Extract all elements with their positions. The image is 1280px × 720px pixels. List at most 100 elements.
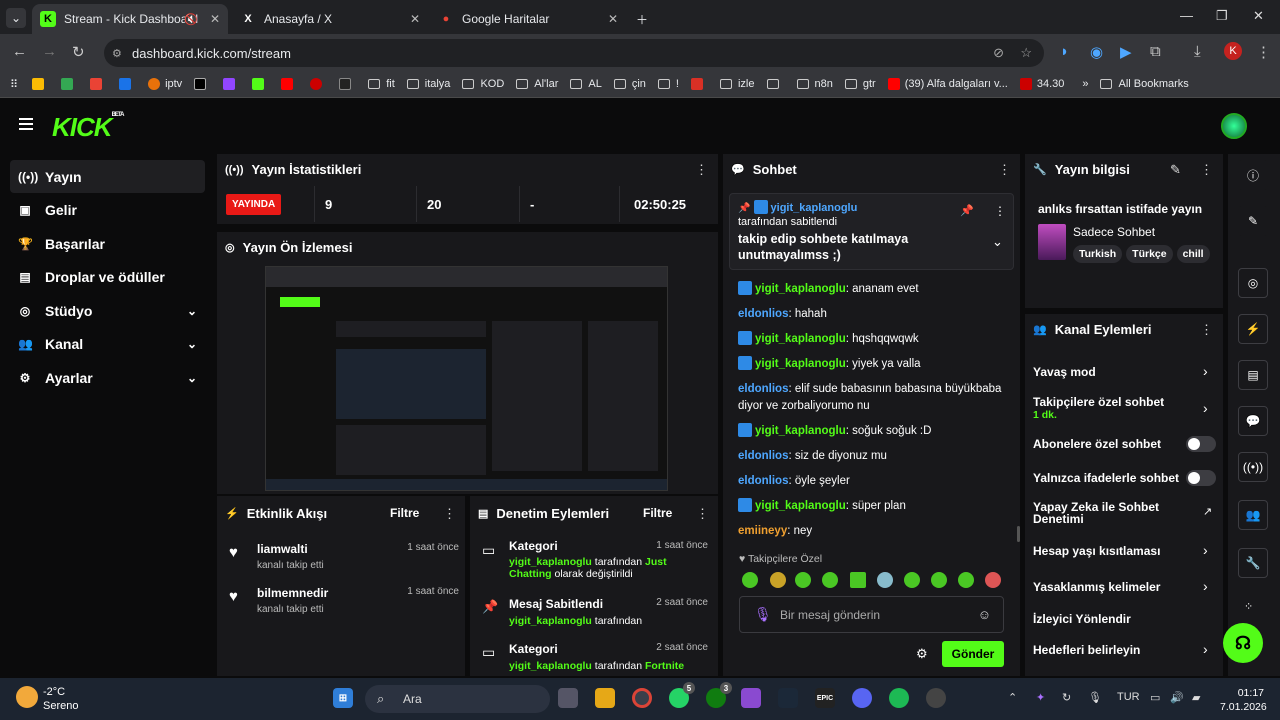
bookmark-all[interactable]: All Bookmarks <box>1100 78 1189 90</box>
emote[interactable] <box>931 572 947 588</box>
weather-widget[interactable]: -2°C Sereno <box>43 685 78 713</box>
whatsapp-icon[interactable]: 5 <box>669 682 695 708</box>
raid-option[interactable]: İzleyici Yönlendir <box>1033 612 1131 626</box>
taskbar-search[interactable]: ⌕ Ara <box>365 685 550 713</box>
nodes-icon[interactable]: ⁘ <box>1244 600 1253 613</box>
stream-preview-video[interactable] <box>265 266 668 491</box>
camera-icon[interactable]: ◎ <box>1238 268 1268 298</box>
bookmark-tv[interactable] <box>339 78 356 90</box>
broadcast-icon[interactable]: ((•)) <box>1238 452 1268 482</box>
set-goals-option[interactable]: Hedefleri belirleyin <box>1033 643 1140 657</box>
chat-bubble-icon[interactable]: 💬 <box>1238 406 1268 436</box>
bookmark-gmail[interactable] <box>90 78 107 90</box>
sidebar-item-studyo[interactable]: ◎ Stüdyo ⌄ <box>10 294 205 327</box>
star-icon[interactable]: ☆ <box>1020 45 1032 61</box>
bookmark-pdf[interactable] <box>690 78 708 90</box>
bookmark-meet[interactable] <box>119 78 136 90</box>
sidebar-item-kanal[interactable]: 👥 Kanal ⌄ <box>10 328 205 361</box>
kebab-menu-icon[interactable]: ⋮ <box>443 506 456 522</box>
emote[interactable] <box>850 572 866 588</box>
close-icon[interactable]: ✕ <box>410 12 420 26</box>
account-age-option[interactable]: Hesap yaşı kısıtlaması <box>1033 544 1160 558</box>
profile-avatar[interactable]: K <box>1224 42 1242 60</box>
edit-pencil-icon[interactable]: ✎ <box>1238 206 1268 236</box>
discord-icon[interactable] <box>852 688 872 708</box>
volume-icon[interactable]: 🔊 <box>1170 691 1184 704</box>
mute-icon[interactable]: 🔇 <box>184 13 198 26</box>
bookmark-3430[interactable]: 34.30 <box>1019 78 1064 90</box>
back-icon[interactable]: ← <box>12 43 27 60</box>
forward-icon[interactable]: → <box>42 43 57 60</box>
followers-only-option[interactable]: Takipçilere özel sohbet 1 dk. <box>1033 395 1183 421</box>
new-tab-button[interactable]: ＋ <box>628 4 652 34</box>
sidebar-item-yayin[interactable]: ((•)) Yayın <box>10 160 205 193</box>
url-bar[interactable]: ⚙ dashboard.kick.com/stream ⊘ ☆ <box>104 39 1044 67</box>
bookmark-alfa[interactable]: (39) Alfa dalgaları v... <box>887 78 1008 90</box>
site-info-icon[interactable]: ⚙ <box>112 47 122 60</box>
emote-only-toggle[interactable] <box>1186 470 1216 486</box>
kebab-menu-icon[interactable]: ⋮ <box>994 204 1006 218</box>
bookmark-gtr[interactable]: gtr <box>844 78 876 90</box>
emote[interactable] <box>795 572 811 588</box>
kick-logo[interactable]: KICKBETA <box>52 112 124 143</box>
emote[interactable] <box>742 572 758 588</box>
xbox-icon[interactable]: 3 <box>706 682 732 708</box>
document-icon[interactable]: ▤ <box>1238 360 1268 390</box>
bookmark-excl[interactable]: ! <box>657 78 679 90</box>
info-icon[interactable]: ⓘ <box>1238 160 1268 190</box>
spotify-icon[interactable] <box>889 688 909 708</box>
bookmark-folder[interactable] <box>766 79 785 89</box>
window-close-icon[interactable]: ✕ <box>1253 8 1264 24</box>
sidebar-item-ayarlar[interactable]: ⚙ Ayarlar ⌄ <box>10 361 205 394</box>
chat-input[interactable]: 🎙 Bir mesaj gönderin ☺ <box>739 596 1004 633</box>
kebab-menu-icon[interactable]: ⋮ <box>1200 322 1213 338</box>
chat-scrollbar[interactable] <box>1017 526 1020 542</box>
subscribers-only-toggle[interactable] <box>1186 436 1216 452</box>
send-button[interactable]: Gönder <box>942 641 1004 667</box>
bookmark-cin[interactable]: çin <box>613 78 646 90</box>
chevron-right-icon[interactable]: › <box>1203 578 1208 594</box>
clock[interactable]: 01:17 7.01.2026 <box>1220 686 1267 714</box>
bookmark-x[interactable] <box>194 78 211 90</box>
support-headset-icon[interactable]: ☊ <box>1223 623 1263 663</box>
microphone-icon[interactable]: 🎙 <box>754 606 772 623</box>
kebab-menu-icon[interactable]: ⋮ <box>695 162 708 178</box>
close-icon[interactable]: ✕ <box>210 12 220 26</box>
tab-search-button[interactable]: ⌄ <box>6 8 26 28</box>
kebab-menu-icon[interactable]: ⋮ <box>998 162 1011 178</box>
bookmark-kod[interactable]: KOD <box>462 78 504 90</box>
kebab-menu-icon[interactable]: ⋮ <box>1200 162 1213 178</box>
bookmark-photos[interactable] <box>32 78 49 90</box>
tab-kick[interactable]: K Stream - Kick Dashboard 🔇 ✕ <box>32 4 228 34</box>
tray-app-icon[interactable]: ✦ <box>1036 691 1045 704</box>
epic-games-icon[interactable]: EPIC <box>815 688 835 708</box>
bookmark-iptv[interactable]: iptv <box>148 78 182 90</box>
extension-icon[interactable]: ▶ <box>1120 43 1132 61</box>
close-icon[interactable]: ✕ <box>608 12 618 26</box>
emoji-icon[interactable]: ☺ <box>978 607 991 622</box>
app-icon[interactable] <box>926 688 946 708</box>
tab-x[interactable]: X Anasayfa / X ✕ <box>232 4 428 34</box>
external-link-icon[interactable]: ↗ <box>1203 505 1212 518</box>
tray-expand-icon[interactable]: ⌃ <box>1008 691 1017 704</box>
download-icon[interactable]: ⤓ <box>1194 43 1201 60</box>
user-avatar[interactable] <box>1221 113 1247 139</box>
app-icon[interactable] <box>741 688 761 708</box>
chat-settings-gear-icon[interactable]: ⚙ <box>916 646 928 662</box>
windows-start-icon[interactable]: ⊞ <box>333 688 353 708</box>
chevron-right-icon[interactable]: › <box>1203 641 1208 657</box>
bookmark-izle[interactable]: izle <box>719 78 755 90</box>
bookmark-al[interactable]: AL <box>570 78 602 90</box>
lightning-icon[interactable]: ⚡ <box>1238 314 1268 344</box>
bookmarks-overflow-icon[interactable]: » <box>1082 78 1088 90</box>
pinned-message[interactable]: 📌 yigit_kaplanoglu tarafından sabitlendi… <box>729 193 1014 270</box>
banned-words-option[interactable]: Yasaklanmış kelimeler <box>1033 580 1160 594</box>
bookmark-fit[interactable]: fit <box>368 78 395 90</box>
microphone-icon[interactable]: 🎙 <box>1088 691 1102 704</box>
weather-icon[interactable] <box>16 686 38 708</box>
minimize-icon[interactable]: — <box>1180 8 1193 23</box>
chrome-icon[interactable] <box>632 688 652 708</box>
maximize-icon[interactable]: ❐ <box>1216 8 1228 24</box>
bookmark-n8n[interactable]: n8n <box>796 78 833 90</box>
ai-moderation-option[interactable]: Yapay Zeka ile Sohbet Denetimi <box>1033 501 1193 525</box>
